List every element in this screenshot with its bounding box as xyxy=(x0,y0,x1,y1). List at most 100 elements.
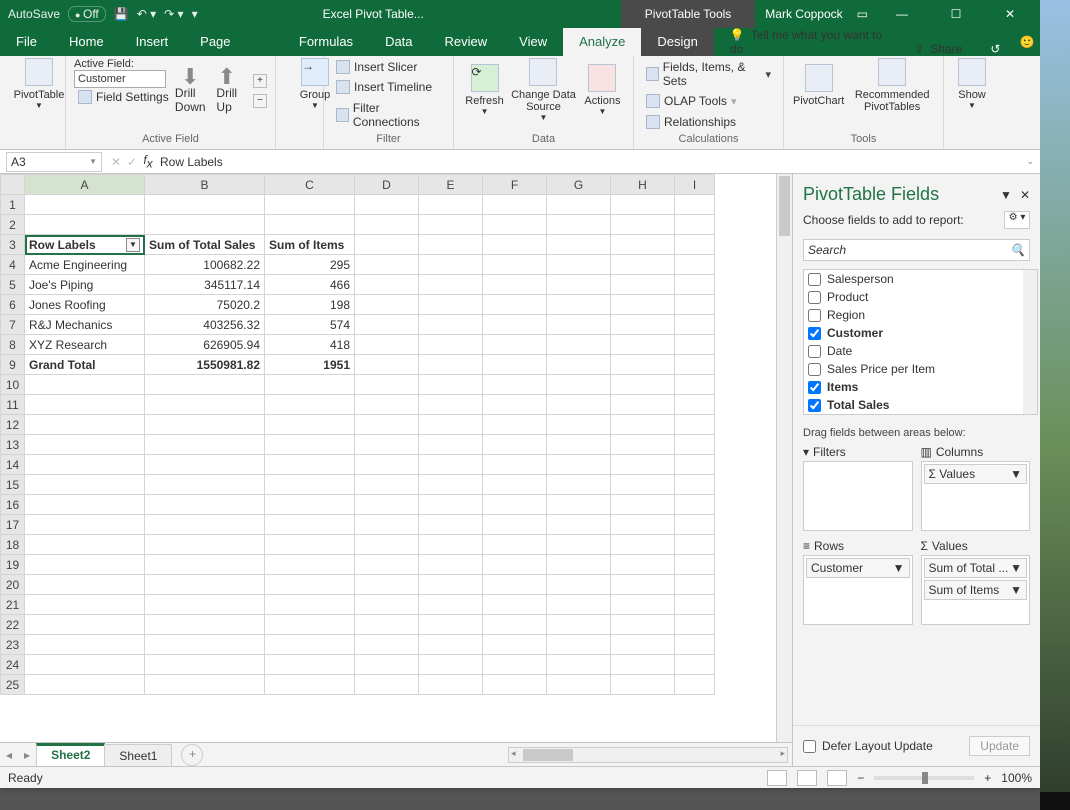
cell[interactable] xyxy=(265,635,355,655)
cell[interactable] xyxy=(419,555,483,575)
cell[interactable] xyxy=(675,555,715,575)
cell[interactable]: Joe's Piping xyxy=(25,275,145,295)
cell[interactable] xyxy=(547,575,611,595)
pane-menu-icon[interactable]: ▼ xyxy=(1000,188,1012,202)
cell[interactable] xyxy=(265,415,355,435)
tab-review[interactable]: Review xyxy=(429,28,504,56)
spreadsheet-grid[interactable]: ABCDEFGHI123Row Labels▼Sum of Total Sale… xyxy=(0,174,792,742)
gear-icon[interactable]: ⚙ ▾ xyxy=(1004,211,1030,229)
column-header[interactable]: I xyxy=(675,175,715,195)
drill-down-button[interactable]: ⬇Drill Down xyxy=(174,68,207,114)
field-row[interactable]: Items xyxy=(804,378,1037,396)
cell[interactable] xyxy=(611,415,675,435)
drill-up-button[interactable]: ⬆Drill Up xyxy=(211,68,244,114)
cell[interactable] xyxy=(25,415,145,435)
cell[interactable] xyxy=(265,595,355,615)
cell[interactable]: Jones Roofing xyxy=(25,295,145,315)
row-header[interactable]: 2 xyxy=(1,215,25,235)
cell[interactable] xyxy=(675,495,715,515)
cell[interactable] xyxy=(145,495,265,515)
row-header[interactable]: 5 xyxy=(1,275,25,295)
cell[interactable] xyxy=(145,615,265,635)
zoom-in-icon[interactable]: + xyxy=(984,771,991,785)
cell[interactable] xyxy=(25,195,145,215)
cell[interactable] xyxy=(419,215,483,235)
cell[interactable] xyxy=(25,535,145,555)
row-header[interactable]: 8 xyxy=(1,335,25,355)
cell[interactable] xyxy=(611,435,675,455)
cell[interactable] xyxy=(547,415,611,435)
row-header[interactable]: 23 xyxy=(1,635,25,655)
cell[interactable] xyxy=(483,515,547,535)
cell[interactable] xyxy=(483,555,547,575)
cell[interactable]: 198 xyxy=(265,295,355,315)
cell[interactable] xyxy=(675,435,715,455)
cell[interactable] xyxy=(419,315,483,335)
field-checkbox[interactable] xyxy=(808,399,821,412)
cell[interactable] xyxy=(547,535,611,555)
cell[interactable] xyxy=(483,255,547,275)
cell[interactable] xyxy=(675,595,715,615)
row-header[interactable]: 25 xyxy=(1,675,25,695)
cell[interactable] xyxy=(25,375,145,395)
cell[interactable] xyxy=(145,675,265,695)
cell[interactable] xyxy=(547,435,611,455)
cell[interactable] xyxy=(611,675,675,695)
columns-drop-area[interactable]: Σ Values▼ xyxy=(921,461,1031,531)
cell[interactable] xyxy=(547,495,611,515)
cell[interactable]: 466 xyxy=(265,275,355,295)
cell[interactable] xyxy=(355,255,419,275)
pane-close-icon[interactable]: ✕ xyxy=(1020,188,1030,202)
cell[interactable] xyxy=(547,655,611,675)
redo-icon[interactable]: ↷ ▾ xyxy=(164,7,183,21)
field-checkbox[interactable] xyxy=(808,327,821,340)
cell[interactable] xyxy=(145,455,265,475)
tab-file[interactable]: File xyxy=(0,28,53,56)
sheet-tab-active[interactable]: Sheet2 xyxy=(36,743,105,766)
cell[interactable] xyxy=(265,535,355,555)
filter-dropdown-icon[interactable]: ▼ xyxy=(126,238,140,252)
zoom-level[interactable]: 100% xyxy=(1001,771,1032,785)
update-button[interactable]: Update xyxy=(969,736,1030,756)
cell[interactable] xyxy=(355,355,419,375)
cell[interactable] xyxy=(355,555,419,575)
zoom-out-icon[interactable]: − xyxy=(857,771,864,785)
cell[interactable] xyxy=(25,675,145,695)
cell[interactable] xyxy=(355,415,419,435)
cell[interactable] xyxy=(675,375,715,395)
values-chip-1[interactable]: Sum of Total ...▼ xyxy=(924,558,1028,578)
tab-insert[interactable]: Insert xyxy=(120,28,185,56)
cell[interactable] xyxy=(675,415,715,435)
cell[interactable] xyxy=(483,575,547,595)
cell[interactable] xyxy=(25,635,145,655)
name-box[interactable]: A3▼ xyxy=(6,152,102,172)
cell[interactable] xyxy=(145,535,265,555)
row-header[interactable]: 24 xyxy=(1,655,25,675)
cell[interactable] xyxy=(265,455,355,475)
row-header[interactable]: 12 xyxy=(1,415,25,435)
cell[interactable] xyxy=(355,335,419,355)
tab-view[interactable]: View xyxy=(503,28,563,56)
cell[interactable] xyxy=(355,275,419,295)
tab-data[interactable]: Data xyxy=(369,28,428,56)
cell[interactable]: 100682.22 xyxy=(145,255,265,275)
values-chip-2[interactable]: Sum of Items▼ xyxy=(924,580,1028,600)
row-header[interactable]: 11 xyxy=(1,395,25,415)
cell[interactable]: Sum of Items xyxy=(265,235,355,255)
values-drop-area[interactable]: Sum of Total ...▼ Sum of Items▼ xyxy=(921,555,1031,625)
cell[interactable] xyxy=(483,335,547,355)
cell[interactable] xyxy=(355,615,419,635)
cell[interactable] xyxy=(419,295,483,315)
row-header[interactable]: 1 xyxy=(1,195,25,215)
cell[interactable] xyxy=(611,235,675,255)
cell[interactable] xyxy=(419,575,483,595)
share-button[interactable]: ⇪Share xyxy=(900,42,976,56)
zoom-slider[interactable] xyxy=(874,776,974,780)
cell[interactable] xyxy=(355,635,419,655)
filter-connections-button[interactable]: Filter Connections xyxy=(332,99,445,131)
cell[interactable] xyxy=(675,295,715,315)
cell[interactable] xyxy=(355,395,419,415)
cell[interactable] xyxy=(483,375,547,395)
cell[interactable] xyxy=(675,195,715,215)
sheet-tab-other[interactable]: Sheet1 xyxy=(104,744,172,766)
